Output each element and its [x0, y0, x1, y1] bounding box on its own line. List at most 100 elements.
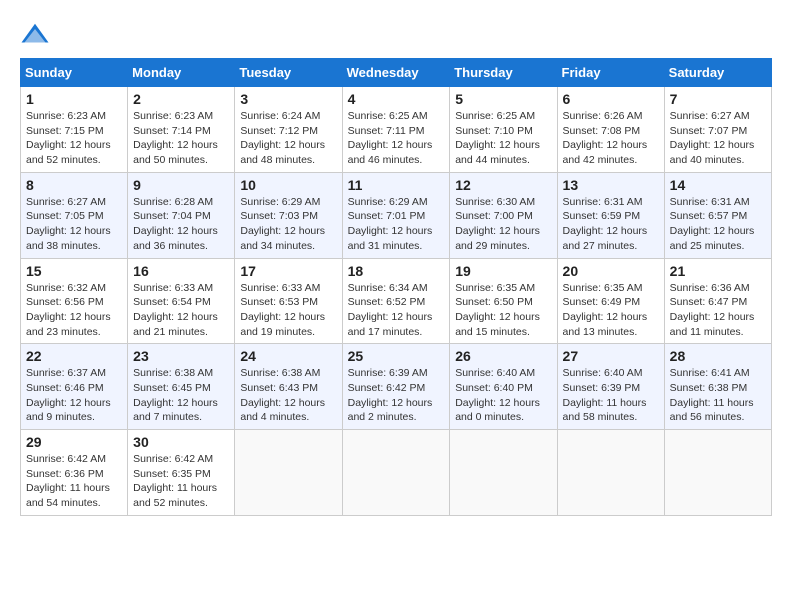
- weekday-header-friday: Friday: [557, 59, 664, 87]
- calendar-cell: 25Sunrise: 6:39 AM Sunset: 6:42 PM Dayli…: [342, 344, 450, 430]
- day-number: 13: [563, 177, 659, 193]
- calendar-cell: 21Sunrise: 6:36 AM Sunset: 6:47 PM Dayli…: [664, 258, 771, 344]
- logo-icon: [20, 20, 50, 50]
- day-info: Sunrise: 6:33 AM Sunset: 6:53 PM Dayligh…: [240, 281, 336, 340]
- day-number: 27: [563, 348, 659, 364]
- calendar-cell: 26 Sunrise: 6:40 AM Sunset: 6:40 PM Dayli…: [450, 344, 557, 430]
- calendar-cell: 4Sunrise: 6:25 AM Sunset: 7:11 PM Daylig…: [342, 87, 450, 173]
- day-number: 18: [348, 263, 445, 279]
- calendar-cell: 9Sunrise: 6:28 AM Sunset: 7:04 PM Daylig…: [128, 172, 235, 258]
- calendar-cell: [342, 430, 450, 516]
- page-header: [20, 20, 772, 50]
- day-info: Sunrise: 6:29 AM Sunset: 7:03 PM Dayligh…: [240, 195, 336, 254]
- calendar-cell: 17 Sunrise: 6:33 AM Sunset: 6:53 PM Dayli…: [235, 258, 342, 344]
- day-info: Sunrise: 6:40 AM Sunset: 6:39 PM Dayligh…: [563, 366, 659, 425]
- day-number: 1: [26, 91, 122, 107]
- day-info: Sunrise: 6:38 AM Sunset: 6:43 PM Dayligh…: [240, 366, 336, 425]
- weekday-header-wednesday: Wednesday: [342, 59, 450, 87]
- calendar-cell: 28 Sunrise: 6:41 AM Sunset: 6:38 PM Dayli…: [664, 344, 771, 430]
- calendar-header: SundayMondayTuesdayWednesdayThursdayFrid…: [21, 59, 772, 87]
- day-info: Sunrise: 6:32 AM Sunset: 6:56 PM Dayligh…: [26, 281, 122, 340]
- day-number: 22: [26, 348, 122, 364]
- calendar-cell: 1 Sunrise: 6:23 AM Sunset: 7:15 PM Daylig…: [21, 87, 128, 173]
- weekday-header-saturday: Saturday: [664, 59, 771, 87]
- day-number: 5: [455, 91, 551, 107]
- day-number: 6: [563, 91, 659, 107]
- day-info: Sunrise: 6:42 AM Sunset: 6:36 PM Dayligh…: [26, 452, 122, 511]
- day-number: 15: [26, 263, 122, 279]
- day-info: Sunrise: 6:33 AM Sunset: 6:54 PM Dayligh…: [133, 281, 229, 340]
- day-info: Sunrise: 6:23 AM Sunset: 7:15 PM Dayligh…: [26, 109, 122, 168]
- day-number: 10: [240, 177, 336, 193]
- day-number: 2: [133, 91, 229, 107]
- calendar-cell: 29Sunrise: 6:42 AM Sunset: 6:36 PM Dayli…: [21, 430, 128, 516]
- day-number: 28: [670, 348, 766, 364]
- calendar-week-3: 15 Sunrise: 6:32 AM Sunset: 6:56 PM Dayli…: [21, 258, 772, 344]
- day-info: Sunrise: 6:26 AM Sunset: 7:08 PM Dayligh…: [563, 109, 659, 168]
- day-info: Sunrise: 6:34 AM Sunset: 6:52 PM Dayligh…: [348, 281, 445, 340]
- day-info: Sunrise: 6:28 AM Sunset: 7:04 PM Dayligh…: [133, 195, 229, 254]
- day-info: Sunrise: 6:41 AM Sunset: 6:38 PM Dayligh…: [670, 366, 766, 425]
- calendar-cell: 24 Sunrise: 6:38 AM Sunset: 6:43 PM Dayli…: [235, 344, 342, 430]
- day-info: Sunrise: 6:27 AM Sunset: 7:05 PM Dayligh…: [26, 195, 122, 254]
- day-info: Sunrise: 6:29 AM Sunset: 7:01 PM Dayligh…: [348, 195, 445, 254]
- calendar-cell: 16 Sunrise: 6:33 AM Sunset: 6:54 PM Dayli…: [128, 258, 235, 344]
- day-number: 26: [455, 348, 551, 364]
- calendar: SundayMondayTuesdayWednesdayThursdayFrid…: [20, 58, 772, 516]
- calendar-cell: 22 Sunrise: 6:37 AM Sunset: 6:46 PM Dayli…: [21, 344, 128, 430]
- day-number: 30: [133, 434, 229, 450]
- day-info: Sunrise: 6:27 AM Sunset: 7:07 PM Dayligh…: [670, 109, 766, 168]
- calendar-cell: 13 Sunrise: 6:31 AM Sunset: 6:59 PM Dayli…: [557, 172, 664, 258]
- day-number: 21: [670, 263, 766, 279]
- day-info: Sunrise: 6:38 AM Sunset: 6:45 PM Dayligh…: [133, 366, 229, 425]
- calendar-cell: 12Sunrise: 6:30 AM Sunset: 7:00 PM Dayli…: [450, 172, 557, 258]
- day-number: 12: [455, 177, 551, 193]
- day-info: Sunrise: 6:25 AM Sunset: 7:10 PM Dayligh…: [455, 109, 551, 168]
- calendar-cell: 3Sunrise: 6:24 AM Sunset: 7:12 PM Daylig…: [235, 87, 342, 173]
- day-info: Sunrise: 6:31 AM Sunset: 6:59 PM Dayligh…: [563, 195, 659, 254]
- day-info: Sunrise: 6:31 AM Sunset: 6:57 PM Dayligh…: [670, 195, 766, 254]
- calendar-cell: 8 Sunrise: 6:27 AM Sunset: 7:05 PM Daylig…: [21, 172, 128, 258]
- day-info: Sunrise: 6:42 AM Sunset: 6:35 PM Dayligh…: [133, 452, 229, 511]
- logo: [20, 20, 54, 50]
- calendar-week-5: 29Sunrise: 6:42 AM Sunset: 6:36 PM Dayli…: [21, 430, 772, 516]
- day-number: 14: [670, 177, 766, 193]
- day-info: Sunrise: 6:40 AM Sunset: 6:40 PM Dayligh…: [455, 366, 551, 425]
- calendar-cell: 18 Sunrise: 6:34 AM Sunset: 6:52 PM Dayli…: [342, 258, 450, 344]
- weekday-header-monday: Monday: [128, 59, 235, 87]
- calendar-cell: 14 Sunrise: 6:31 AM Sunset: 6:57 PM Dayli…: [664, 172, 771, 258]
- calendar-cell: 30 Sunrise: 6:42 AM Sunset: 6:35 PM Dayli…: [128, 430, 235, 516]
- calendar-cell: [450, 430, 557, 516]
- calendar-cell: 7 Sunrise: 6:27 AM Sunset: 7:07 PM Daylig…: [664, 87, 771, 173]
- day-number: 20: [563, 263, 659, 279]
- weekday-header-tuesday: Tuesday: [235, 59, 342, 87]
- calendar-cell: 5 Sunrise: 6:25 AM Sunset: 7:10 PM Daylig…: [450, 87, 557, 173]
- day-info: Sunrise: 6:37 AM Sunset: 6:46 PM Dayligh…: [26, 366, 122, 425]
- day-number: 11: [348, 177, 445, 193]
- day-info: Sunrise: 6:39 AM Sunset: 6:42 PM Dayligh…: [348, 366, 445, 425]
- calendar-week-4: 22 Sunrise: 6:37 AM Sunset: 6:46 PM Dayli…: [21, 344, 772, 430]
- day-info: Sunrise: 6:35 AM Sunset: 6:49 PM Dayligh…: [563, 281, 659, 340]
- day-number: 4: [348, 91, 445, 107]
- calendar-cell: 2Sunrise: 6:23 AM Sunset: 7:14 PM Daylig…: [128, 87, 235, 173]
- day-number: 16: [133, 263, 229, 279]
- day-number: 7: [670, 91, 766, 107]
- calendar-cell: 6 Sunrise: 6:26 AM Sunset: 7:08 PM Daylig…: [557, 87, 664, 173]
- day-number: 24: [240, 348, 336, 364]
- day-info: Sunrise: 6:24 AM Sunset: 7:12 PM Dayligh…: [240, 109, 336, 168]
- calendar-cell: [664, 430, 771, 516]
- day-number: 17: [240, 263, 336, 279]
- weekday-header-row: SundayMondayTuesdayWednesdayThursdayFrid…: [21, 59, 772, 87]
- day-info: Sunrise: 6:35 AM Sunset: 6:50 PM Dayligh…: [455, 281, 551, 340]
- calendar-cell: 27 Sunrise: 6:40 AM Sunset: 6:39 PM Dayli…: [557, 344, 664, 430]
- day-number: 8: [26, 177, 122, 193]
- day-number: 23: [133, 348, 229, 364]
- calendar-cell: 10 Sunrise: 6:29 AM Sunset: 7:03 PM Dayli…: [235, 172, 342, 258]
- calendar-cell: 23 Sunrise: 6:38 AM Sunset: 6:45 PM Dayli…: [128, 344, 235, 430]
- weekday-header-thursday: Thursday: [450, 59, 557, 87]
- weekday-header-sunday: Sunday: [21, 59, 128, 87]
- calendar-week-1: 1 Sunrise: 6:23 AM Sunset: 7:15 PM Daylig…: [21, 87, 772, 173]
- calendar-cell: 19Sunrise: 6:35 AM Sunset: 6:50 PM Dayli…: [450, 258, 557, 344]
- calendar-cell: [235, 430, 342, 516]
- calendar-cell: [557, 430, 664, 516]
